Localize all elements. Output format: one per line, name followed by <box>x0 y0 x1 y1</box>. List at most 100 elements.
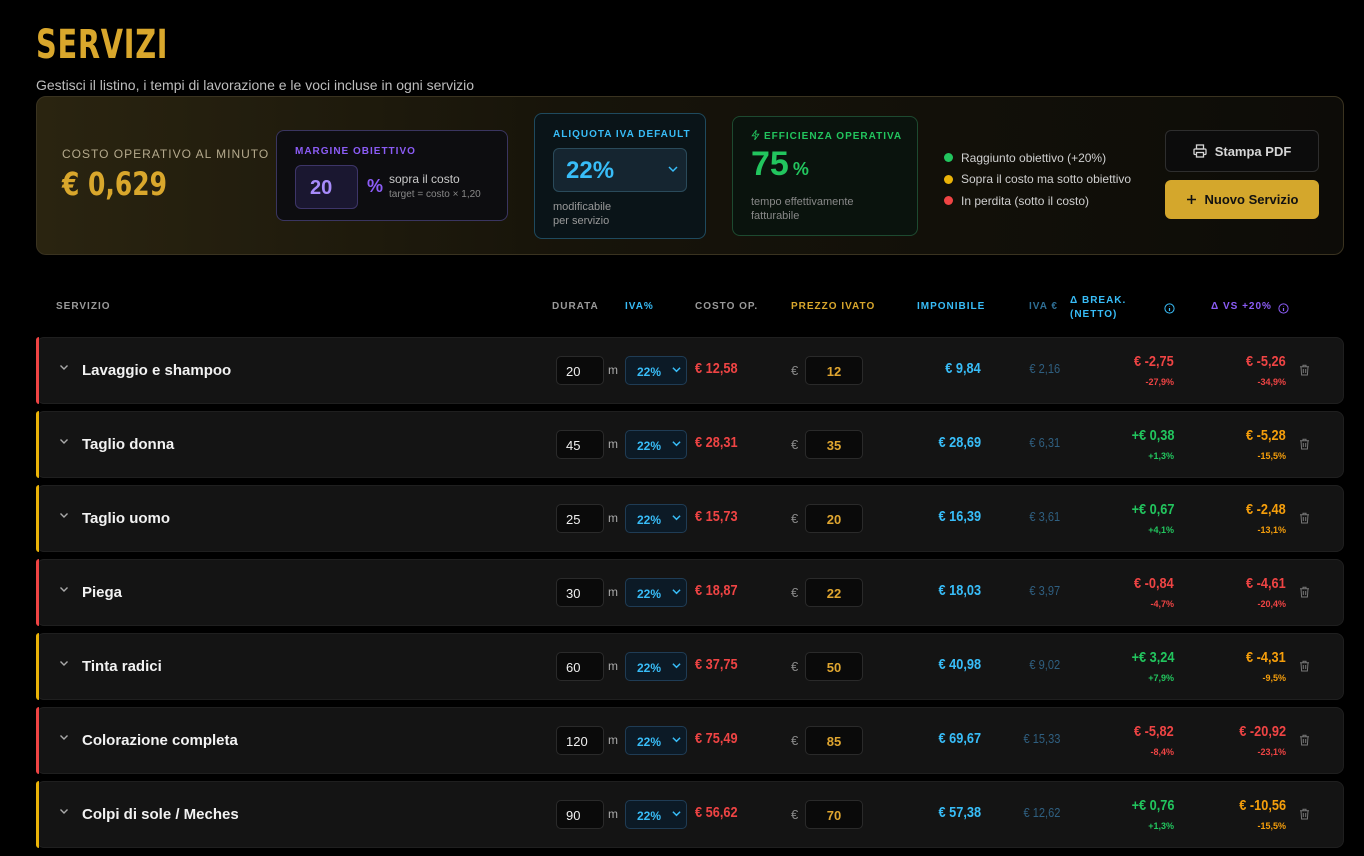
status-bar <box>36 485 39 552</box>
trash-icon[interactable] <box>1299 807 1310 825</box>
costo-op: € 75,49 <box>695 730 738 747</box>
durata-input[interactable]: 90 <box>556 800 604 829</box>
break-pct: -27,9% <box>1145 377 1174 387</box>
chevron-down-icon[interactable] <box>59 806 69 819</box>
legend-dot-red <box>944 196 953 206</box>
prezzo-input[interactable]: 20 <box>805 504 863 533</box>
costo-op: € 12,58 <box>695 360 738 377</box>
iva-eur: € 15,33 <box>1023 731 1060 746</box>
th-iva-eur: IVA € <box>1029 301 1058 312</box>
iva-select[interactable]: 22% <box>625 430 687 459</box>
printer-icon <box>1193 144 1207 158</box>
nuovo-servizio-button[interactable]: Nuovo Servizio <box>1165 180 1319 219</box>
break-pct: +4,1% <box>1148 525 1174 535</box>
vs-delta: € -2,48 <box>1246 501 1286 518</box>
break-pct: -4,7% <box>1150 599 1174 609</box>
table-row[interactable]: Lavaggio e shampoo 20 m 22% € 12,58 € 12… <box>36 337 1344 404</box>
page-subtitle: Gestisci il listino, i tempi di lavorazi… <box>36 77 475 93</box>
durata-unit: m <box>608 511 618 525</box>
durata-input[interactable]: 45 <box>556 430 604 459</box>
chevron-down-icon <box>672 661 681 673</box>
legend-item: Sopra il costo ma sotto obiettivo <box>944 169 1131 191</box>
durata-input[interactable]: 20 <box>556 356 604 385</box>
margine-input[interactable]: 20 <box>295 165 358 209</box>
vs-delta: € -4,61 <box>1246 575 1286 592</box>
vs-pct: -34,9% <box>1257 377 1286 387</box>
imponibile: € 28,69 <box>938 434 981 451</box>
durata-input[interactable]: 60 <box>556 652 604 681</box>
chevron-down-icon <box>672 439 681 451</box>
legend-dot-green <box>944 153 953 163</box>
service-name: Taglio donna <box>82 436 175 453</box>
iva-eur: € 3,61 <box>1029 509 1060 524</box>
iva-select[interactable]: 22% <box>625 726 687 755</box>
table-row[interactable]: Taglio uomo 25 m 22% € 15,73 € 20 € 16,3… <box>36 485 1344 552</box>
info-icon[interactable] <box>1278 301 1289 319</box>
trash-icon[interactable] <box>1299 733 1310 751</box>
legend-item: Raggiunto obiettivo (+20%) <box>944 147 1131 169</box>
trash-icon[interactable] <box>1299 659 1310 677</box>
iva-default-value: 22% <box>566 157 615 184</box>
prezzo-input[interactable]: 22 <box>805 578 863 607</box>
prezzo-input[interactable]: 35 <box>805 430 863 459</box>
costo-op: € 18,87 <box>695 582 738 599</box>
vs-delta: € -4,31 <box>1246 649 1286 666</box>
durata-input[interactable]: 25 <box>556 504 604 533</box>
iva-value: 22% <box>637 587 662 601</box>
service-name: Tinta radici <box>82 658 162 675</box>
efficienza-label: EFFICIENZA OPERATIVA <box>751 129 902 142</box>
table-row[interactable]: Colorazione completa 120 m 22% € 75,49 €… <box>36 707 1344 774</box>
durata-unit: m <box>608 363 618 377</box>
durata-unit: m <box>608 659 618 673</box>
costo-op: € 15,73 <box>695 508 738 525</box>
chevron-down-icon[interactable] <box>59 584 69 597</box>
prezzo-input[interactable]: 85 <box>805 726 863 755</box>
vs-pct: -15,5% <box>1257 451 1286 461</box>
euro-symbol: € <box>791 807 799 822</box>
break-delta: +€ 0,76 <box>1131 797 1174 814</box>
status-bar <box>36 559 39 626</box>
break-delta: +€ 0,67 <box>1131 501 1174 518</box>
prezzo-input[interactable]: 50 <box>805 652 863 681</box>
chevron-down-icon[interactable] <box>59 436 69 449</box>
trash-icon[interactable] <box>1299 437 1310 455</box>
iva-select[interactable]: 22% <box>625 578 687 607</box>
durata-unit: m <box>608 807 618 821</box>
iva-select[interactable]: 22% <box>625 356 687 385</box>
stampa-pdf-button[interactable]: Stampa PDF <box>1165 130 1319 172</box>
prezzo-input[interactable]: 12 <box>805 356 863 385</box>
th-iva: IVA% <box>625 301 654 312</box>
break-delta: +€ 0,38 <box>1131 427 1174 444</box>
euro-symbol: € <box>791 363 799 378</box>
iva-select[interactable]: 22% <box>625 652 687 681</box>
trash-icon[interactable] <box>1299 363 1310 381</box>
iva-select[interactable]: 22% <box>625 800 687 829</box>
chevron-down-icon[interactable] <box>59 362 69 375</box>
table-row[interactable]: Piega 30 m 22% € 18,87 € 22 € 18,03 € 3,… <box>36 559 1344 626</box>
chevron-down-icon <box>672 809 681 821</box>
costo-op: € 37,75 <box>695 656 738 673</box>
trash-icon[interactable] <box>1299 585 1310 603</box>
efficienza-desc-2: fatturabile <box>751 210 800 222</box>
iva-value: 22% <box>637 365 662 379</box>
th-prezzo: PREZZO IVATO <box>791 301 876 312</box>
durata-input[interactable]: 30 <box>556 578 604 607</box>
chevron-down-icon[interactable] <box>59 732 69 745</box>
chevron-down-icon[interactable] <box>59 658 69 671</box>
trash-icon[interactable] <box>1299 511 1310 529</box>
table-row[interactable]: Taglio donna 45 m 22% € 28,31 € 35 € 28,… <box>36 411 1344 478</box>
durata-input[interactable]: 120 <box>556 726 604 755</box>
info-icon[interactable] <box>1164 301 1175 319</box>
imponibile: € 69,67 <box>938 730 981 747</box>
table-row[interactable]: Colpi di sole / Meches 90 m 22% € 56,62 … <box>36 781 1344 848</box>
table-row[interactable]: Tinta radici 60 m 22% € 37,75 € 50 € 40,… <box>36 633 1344 700</box>
iva-default-select[interactable]: 22% <box>553 148 687 192</box>
status-bar <box>36 707 39 774</box>
service-name: Colorazione completa <box>82 732 238 749</box>
chevron-down-icon[interactable] <box>59 510 69 523</box>
iva-select[interactable]: 22% <box>625 504 687 533</box>
iva-desc-1: modificabile <box>553 201 612 213</box>
iva-card: ALIQUOTA IVA DEFAULT 22% modificabile pe… <box>534 113 706 239</box>
prezzo-input[interactable]: 70 <box>805 800 863 829</box>
vs-delta: € -5,26 <box>1246 353 1286 370</box>
